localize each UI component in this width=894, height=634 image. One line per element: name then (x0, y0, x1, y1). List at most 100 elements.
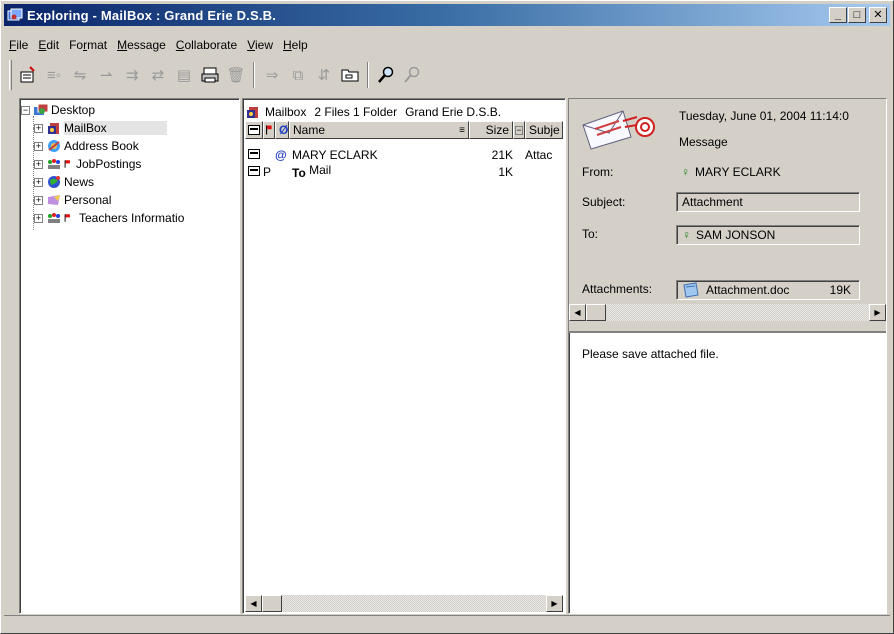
message-row[interactable]: P To Mail 1K (245, 163, 563, 180)
envelope-icon (245, 148, 263, 162)
menu-edit[interactable]: Edit (33, 38, 64, 52)
list-location-bar: Mailbox 2 Files 1 Folder Grand Erie D.S.… (245, 103, 501, 121)
scroll-track[interactable] (606, 304, 869, 321)
from-label: From: (582, 165, 614, 179)
subject-field[interactable]: Attachment (676, 192, 860, 212)
expand-icon[interactable]: + (34, 159, 43, 169)
message-flag: P (263, 164, 272, 179)
window-title: Exploring - MailBox : Grand Erie D.S.B. (27, 7, 277, 23)
column-header-name[interactable]: Name ≡ (289, 121, 469, 139)
tree-item-personal[interactable]: + Personal (34, 191, 111, 209)
tree-item-teachers-information[interactable]: + Teachers Informatio (34, 209, 184, 227)
tree-label: Personal (64, 193, 112, 207)
move-icon[interactable]: ⇒ (260, 63, 284, 87)
print-icon[interactable] (198, 63, 222, 87)
from-value[interactable]: ♀ MARY ECLARK (681, 165, 781, 179)
menu-message[interactable]: Message (112, 38, 171, 52)
expand-icon[interactable]: + (34, 177, 43, 187)
expand-icon[interactable]: + (34, 213, 43, 223)
find-icon[interactable] (374, 63, 398, 87)
preview-header: Tuesday, June 01, 2004 11:14:0 Message F… (569, 99, 886, 333)
tools-icon[interactable] (400, 63, 424, 87)
attachments-scrollbar[interactable]: ◀ ▶ (569, 304, 886, 322)
tree-label: News (64, 175, 95, 189)
reply-icon[interactable]: ≡◦ (42, 63, 66, 87)
arrow-right-icon: ▶ (874, 308, 881, 317)
tree-item-mailbox[interactable]: + MailBox (34, 119, 167, 137)
flag-icon (266, 125, 272, 135)
mailbox-icon (48, 123, 59, 134)
envelope-icon (245, 165, 263, 179)
minimize-icon: _ (834, 8, 842, 21)
message-type: Message (679, 135, 728, 149)
message-body[interactable]: Please save attached file. (582, 347, 719, 361)
forward-attach-icon[interactable]: ⇉ (120, 63, 144, 87)
tree-item-jobpostings[interactable]: + JobPostings (34, 155, 141, 173)
menu-format[interactable]: Format (64, 38, 112, 52)
scroll-track[interactable] (282, 595, 546, 612)
tree-label: JobPostings (76, 157, 142, 171)
status-bar (4, 615, 890, 632)
list-location: Mailbox (265, 105, 307, 119)
folder-tree[interactable]: − Desktop + MailBox + Address Book + Job… (19, 98, 240, 614)
expand-icon[interactable]: + (34, 141, 43, 151)
paperclip-icon: @ (275, 147, 287, 162)
tree-item-desktop[interactable]: − Desktop (21, 101, 95, 119)
scroll-thumb[interactable] (586, 304, 606, 321)
scroll-left-button[interactable]: ◀ (245, 595, 262, 612)
list-org: Grand Erie D.S.B. (405, 105, 502, 119)
title-bar[interactable]: Exploring - MailBox : Grand Erie D.S.B. … (4, 4, 890, 26)
arrow-left-icon: ◀ (250, 599, 257, 608)
expand-icon[interactable]: + (34, 123, 43, 133)
tree-item-address-book[interactable]: + Address Book (34, 137, 139, 155)
folder-icon[interactable] (338, 63, 362, 87)
reply-all-icon[interactable]: ⇋ (68, 63, 92, 87)
copy-icon[interactable]: ⧉ (286, 63, 310, 87)
attachments-label: Attachments: (582, 282, 653, 296)
maximize-button[interactable]: □ (848, 7, 866, 23)
menu-collaborate[interactable]: Collaborate (171, 38, 242, 52)
paperclip-icon: Ø (279, 123, 289, 137)
minimize-button[interactable]: _ (829, 7, 847, 23)
group-icon (48, 159, 60, 169)
forward-icon[interactable]: ⇀ (94, 63, 118, 87)
horizontal-scrollbar[interactable]: ◀ ▶ (245, 595, 563, 613)
message-row[interactable]: @ MARY ECLARK 21K Attac (245, 146, 563, 163)
column-header-collapse[interactable]: − (513, 121, 525, 139)
person-icon: ♀ (682, 228, 691, 242)
scroll-right-button[interactable]: ▶ (869, 304, 886, 321)
menu-view[interactable]: View (242, 38, 278, 52)
column-header-flag[interactable] (263, 121, 275, 139)
collapse-icon[interactable]: − (21, 105, 30, 115)
close-button[interactable]: ✕ (869, 7, 887, 23)
delete-icon[interactable]: 🗑︎ (224, 63, 248, 87)
toolbar-grip[interactable] (9, 60, 12, 90)
expand-icon[interactable]: + (34, 195, 43, 205)
menu-bar: File Edit Format Message Collaborate Vie… (4, 35, 313, 55)
attachment-item[interactable]: Attachment.doc 19K (676, 280, 860, 300)
column-header-attachment[interactable]: Ø (275, 121, 289, 139)
envelope-icon (248, 125, 260, 135)
save-icon[interactable]: ▤ (172, 63, 196, 87)
sort-icon[interactable]: ⇵ (312, 63, 336, 87)
collapse-icon: − (515, 124, 523, 135)
menu-file[interactable]: File (4, 38, 33, 52)
tree-label: Address Book (64, 139, 139, 153)
new-message-icon[interactable] (16, 63, 40, 87)
column-headers: Ø Name ≡ Size − Subje (245, 121, 563, 139)
column-header-type[interactable] (245, 121, 263, 139)
app-icon (7, 8, 23, 21)
column-header-subject[interactable]: Subje (525, 121, 563, 139)
attachment-name: Attachment.doc (706, 283, 790, 297)
scroll-thumb[interactable] (262, 595, 282, 612)
tree-item-news[interactable]: + News (34, 173, 94, 191)
scroll-left-button[interactable]: ◀ (569, 304, 586, 321)
column-header-size[interactable]: Size (469, 121, 513, 139)
resend-icon[interactable]: ⇄ (146, 63, 170, 87)
menu-help[interactable]: Help (278, 38, 313, 52)
tree-label: MailBox (64, 121, 167, 135)
message-size: 1K (498, 164, 513, 179)
word-document-icon (683, 282, 699, 298)
scroll-right-button[interactable]: ▶ (546, 595, 563, 612)
to-field[interactable]: ♀ SAM JONSON (676, 225, 860, 245)
